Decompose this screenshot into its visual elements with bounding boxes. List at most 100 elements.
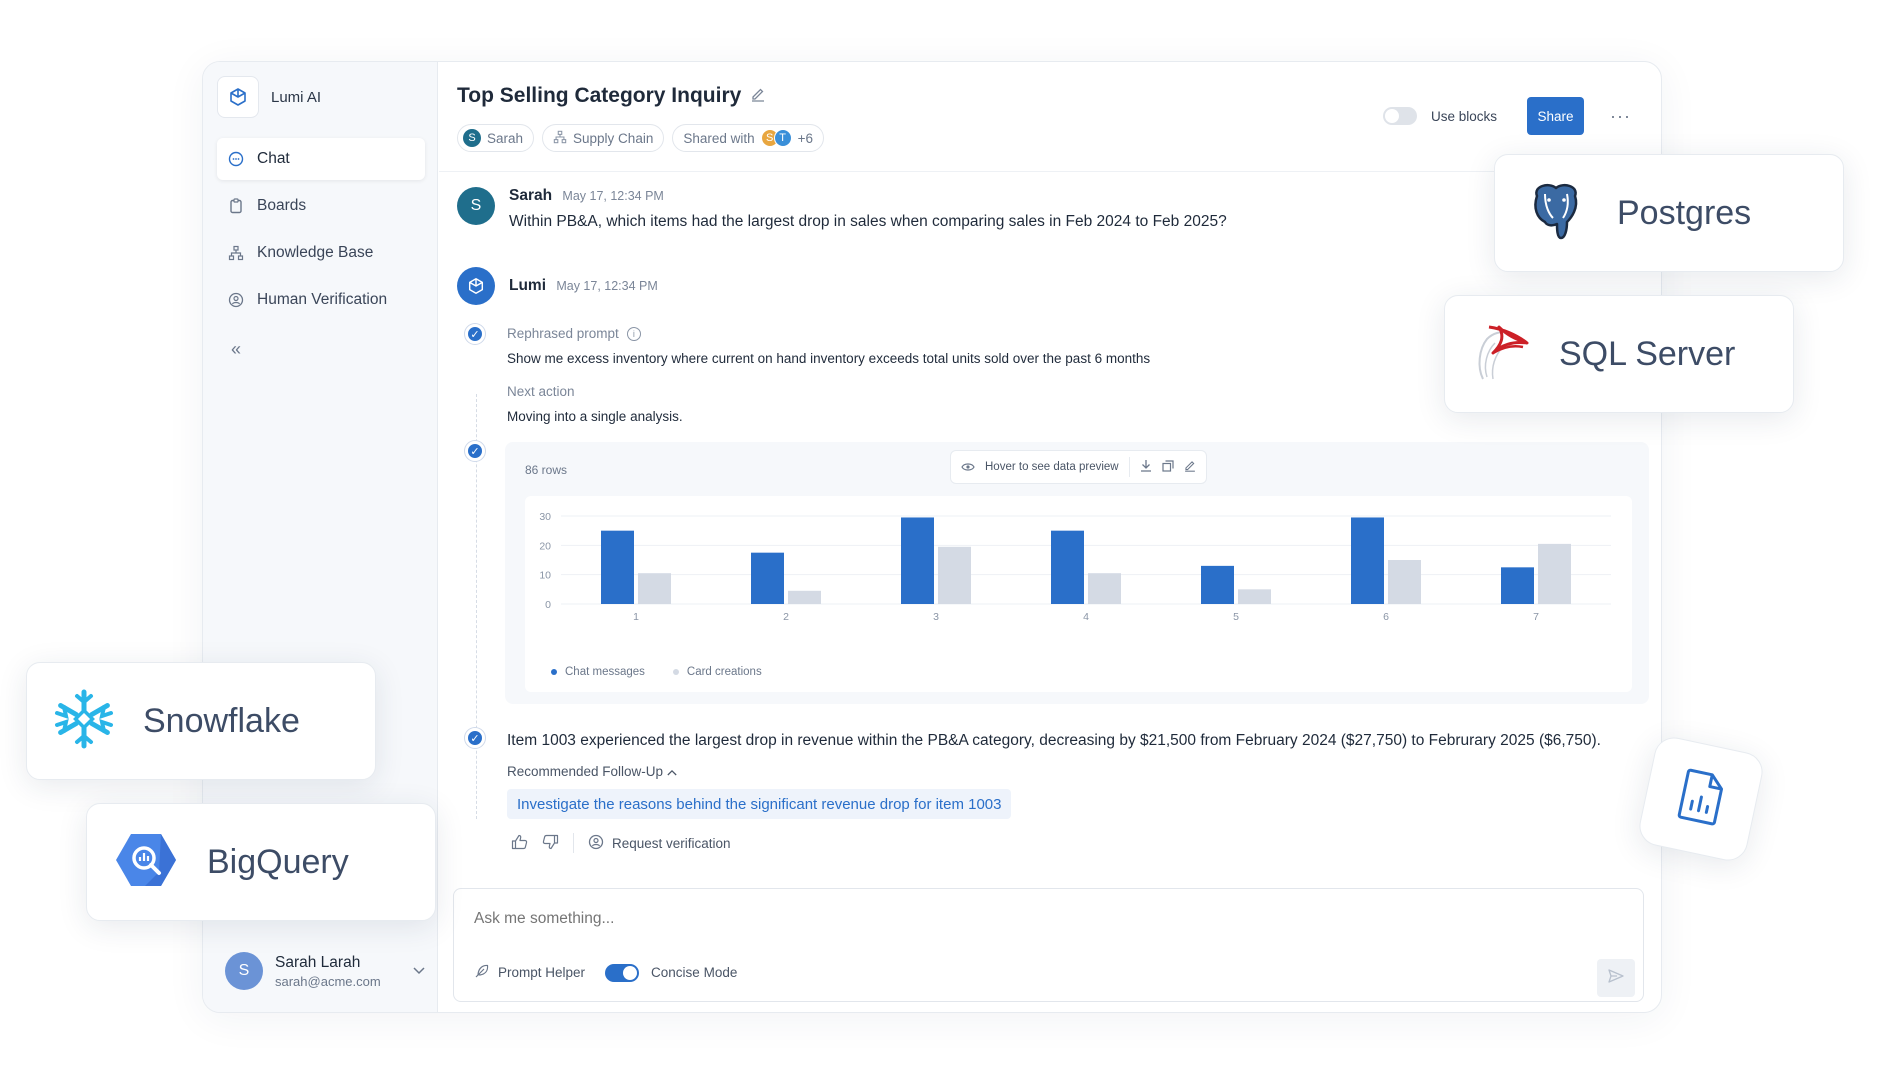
bar-chat-messages (601, 530, 634, 604)
x-tick-label: 3 (933, 611, 939, 623)
avatar: S (463, 129, 481, 147)
sidebar-item-human-verification[interactable]: Human Verification (217, 279, 425, 321)
info-icon[interactable]: i (626, 326, 641, 341)
next-action-text: Moving into a single analysis. (507, 409, 683, 424)
check-icon: ✓ (465, 728, 485, 748)
x-tick-label: 1 (633, 611, 639, 623)
followup-label-text: Recommended Follow-Up (507, 764, 664, 779)
sidebar-item-chat[interactable]: Chat (217, 138, 425, 180)
collapse-sidebar-icon[interactable]: « (231, 339, 241, 360)
sidebar-nav: Chat Boards Knowledge Base Human Verific… (217, 138, 425, 326)
edit-title-icon[interactable] (751, 86, 765, 106)
sidebar-item-knowledge-base[interactable]: Knowledge Base (217, 232, 425, 274)
report-document-card (1635, 733, 1767, 865)
more-options-icon[interactable]: ··· (1610, 106, 1631, 127)
bar-chat-messages (1501, 567, 1534, 604)
report-document-icon (1674, 767, 1729, 832)
owner-label: Sarah (487, 130, 524, 146)
avatar: T (773, 129, 792, 147)
verification-icon (588, 834, 604, 853)
concise-mode-toggle[interactable] (605, 963, 640, 982)
brand[interactable]: Lumi AI (217, 76, 321, 118)
x-tick-label: 5 (1233, 611, 1239, 623)
x-tick-label: 6 (1383, 611, 1389, 623)
rephrased-prompt-label: Rephrased prompt i (507, 326, 641, 341)
chart-toolbar: Hover to see data preview (950, 450, 1207, 484)
user-profile[interactable]: S Sarah Larah sarah@acme.com (225, 952, 425, 990)
sqlserver-label: SQL Server (1559, 334, 1736, 373)
main-panel: Top Selling Category Inquiry S Sarah Sup… (439, 62, 1661, 1012)
team-chip[interactable]: Supply Chain (542, 124, 665, 152)
chart-legend: Chat messages Card creations (551, 666, 762, 678)
followup-toggle[interactable]: Recommended Follow-Up (507, 764, 677, 779)
divider (1128, 457, 1130, 477)
bar-chat-messages (1051, 530, 1084, 604)
title-text: Top Selling Category Inquiry (457, 84, 742, 107)
thumbs-up-icon[interactable] (511, 834, 528, 853)
sidebar-item-label: Human Verification (257, 291, 388, 308)
chat-chips: S Sarah Supply Chain Shared with S T +6 (457, 124, 825, 152)
x-tick-label: 7 (1533, 611, 1539, 623)
lumi-logo-icon (217, 76, 259, 118)
legend-label: Chat messages (565, 666, 645, 678)
bar-card-creations (938, 546, 971, 604)
owner-chip[interactable]: S Sarah (457, 124, 535, 152)
sender-name: Sarah (509, 187, 553, 204)
sidebar-item-label: Boards (257, 197, 307, 214)
edit-icon[interactable] (1184, 459, 1196, 475)
page-title: Top Selling Category Inquiry (457, 84, 765, 108)
x-tick-label: 2 (783, 611, 789, 623)
x-tick-label: 4 (1083, 611, 1089, 623)
copy-icon[interactable] (1162, 459, 1174, 475)
sqlserver-icon (1473, 319, 1531, 390)
bar-chat-messages (1201, 565, 1234, 604)
team-label: Supply Chain (573, 130, 654, 146)
bigquery-label: BigQuery (207, 842, 349, 881)
shared-label: Shared with (683, 130, 755, 146)
clipboard-icon (227, 197, 245, 215)
send-icon (1608, 968, 1624, 988)
chevron-up-icon (667, 764, 677, 779)
message-text: Within PB&A, which items had the largest… (509, 213, 1227, 230)
legend-item-chat-messages[interactable]: Chat messages (551, 666, 645, 678)
request-verification-label: Request verification (612, 835, 731, 851)
legend-label: Card creations (686, 666, 762, 678)
prompt-helper-label: Prompt Helper (498, 965, 586, 980)
chat-input[interactable] (474, 910, 1174, 928)
sidebar-item-label: Knowledge Base (257, 244, 374, 261)
sidebar-item-boards[interactable]: Boards (217, 185, 425, 227)
avatar: S (225, 952, 263, 990)
use-blocks-toggle[interactable] (1382, 107, 1417, 125)
postgres-card: Postgres (1494, 154, 1844, 272)
bigquery-card: BigQuery (86, 803, 436, 921)
request-verification-button[interactable]: Request verification (588, 834, 731, 853)
step-label-text: Rephrased prompt (507, 326, 619, 341)
lumi-logo-icon (457, 267, 495, 305)
download-icon[interactable] (1140, 459, 1152, 475)
chat-input-box: Prompt Helper Concise Mode (453, 888, 1644, 1002)
verification-icon (227, 291, 245, 309)
send-button[interactable] (1597, 959, 1635, 997)
bar-card-creations (1238, 589, 1271, 604)
bar-chat-messages (1351, 517, 1384, 604)
share-button[interactable]: Share (1527, 97, 1585, 135)
bar-card-creations (1538, 543, 1571, 604)
sidebar-item-label: Chat (257, 150, 290, 167)
thumbs-down-icon[interactable] (542, 834, 559, 853)
message-header: Lumi May 17, 12:34 PM (509, 277, 658, 295)
followup-suggestion[interactable]: Investigate the reasons behind the signi… (507, 789, 1012, 819)
postgres-elephant-icon (1523, 178, 1589, 249)
legend-item-card-creations[interactable]: Card creations (672, 666, 762, 678)
bar-chat-messages (901, 517, 934, 604)
message-header: Sarah May 17, 12:34 PM (509, 187, 1227, 205)
bar-chat-messages (751, 552, 784, 604)
chevron-down-icon[interactable] (413, 964, 425, 978)
y-tick-label: 0 (545, 599, 551, 611)
data-preview-hint[interactable]: Hover to see data preview (985, 461, 1119, 473)
shared-chip[interactable]: Shared with S T +6 (672, 124, 825, 152)
divider (573, 833, 574, 853)
prompt-helper-button[interactable]: Prompt Helper (474, 963, 585, 982)
sqlserver-card: SQL Server (1444, 295, 1794, 413)
snowflake-card: Snowflake (26, 662, 376, 780)
hierarchy-icon (227, 244, 245, 262)
